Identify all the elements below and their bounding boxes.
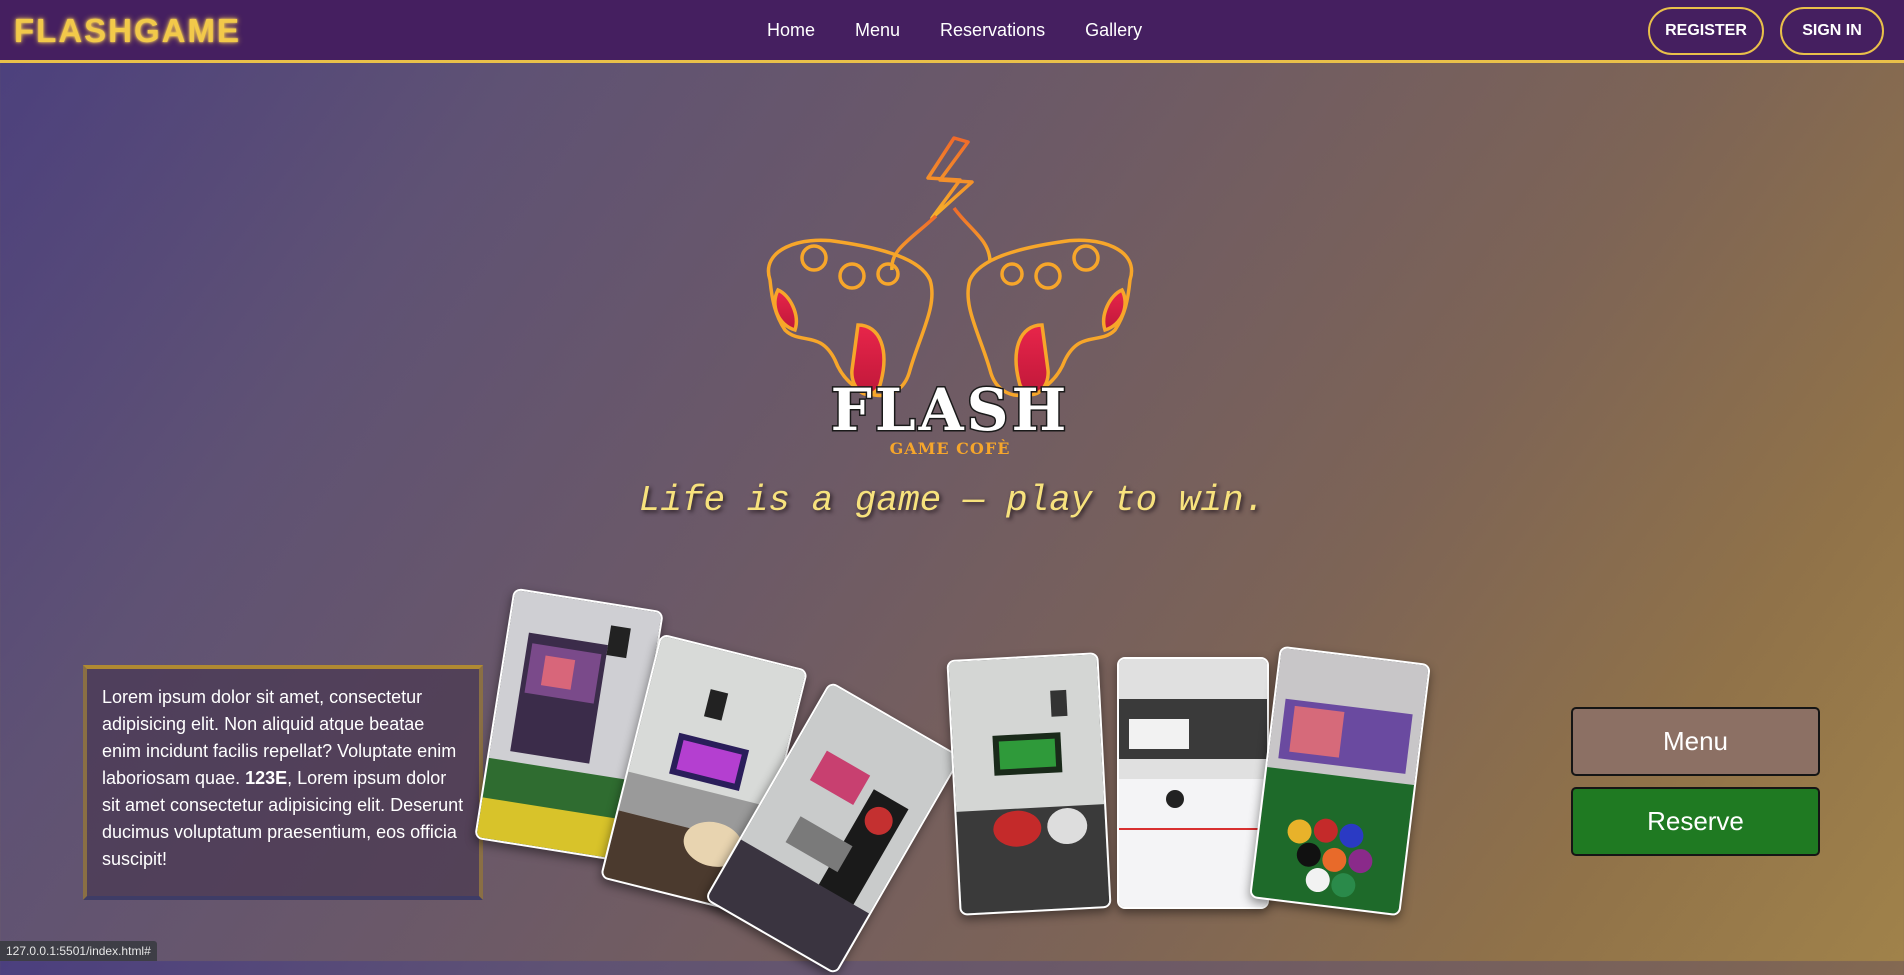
main-nav: Home Menu Reservations Gallery bbox=[767, 20, 1142, 41]
logo-subtitle: GAME COFÈ bbox=[890, 438, 1011, 458]
hero-tagline: Life is a game — play to win. bbox=[638, 480, 1266, 521]
nav-menu[interactable]: Menu bbox=[855, 20, 900, 41]
browser-status-url: 127.0.0.1:5501/index.html# bbox=[0, 941, 157, 961]
nav-home[interactable]: Home bbox=[767, 20, 815, 41]
menu-button[interactable]: Menu bbox=[1571, 707, 1820, 776]
gallery-photo-gaming-room[interactable] bbox=[946, 652, 1112, 916]
reserve-button[interactable]: Reserve bbox=[1571, 787, 1820, 856]
flash-game-cafe-logo: FLASH GAME COFÈ bbox=[740, 130, 1160, 470]
register-button[interactable]: REGISTER bbox=[1648, 7, 1764, 55]
nav-gallery[interactable]: Gallery bbox=[1085, 20, 1142, 41]
lightning-bolt-icon bbox=[890, 136, 992, 271]
top-navbar: FLASHGAME Home Menu Reservations Gallery… bbox=[0, 0, 1904, 63]
intro-text-box: Lorem ipsum dolor sit amet, consectetur … bbox=[83, 665, 483, 900]
gamepad-left-icon bbox=[766, 238, 934, 398]
gallery-photo-billiards[interactable] bbox=[1249, 645, 1431, 917]
brand-logo-text[interactable]: FLASHGAME bbox=[14, 12, 241, 50]
sign-in-button[interactable]: SIGN IN bbox=[1780, 7, 1884, 55]
nav-reservations[interactable]: Reservations bbox=[940, 20, 1045, 41]
gallery-photo-air-hockey[interactable] bbox=[1117, 657, 1269, 909]
logo-title: FLASH bbox=[831, 376, 1070, 444]
intro-highlight: 123E bbox=[245, 768, 288, 788]
gamepad-right-icon bbox=[966, 238, 1134, 398]
